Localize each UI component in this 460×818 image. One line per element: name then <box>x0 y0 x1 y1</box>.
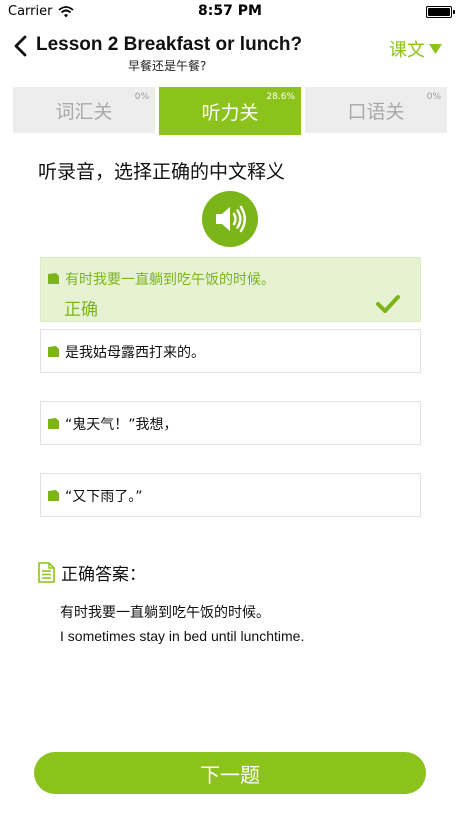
tab-label: 听力关 <box>201 101 259 124</box>
play-audio-button[interactable] <box>202 191 258 247</box>
document-icon <box>38 562 55 583</box>
lesson-text-button[interactable]: 课文 <box>389 36 442 62</box>
tag-icon <box>48 418 59 429</box>
next-question-label: 下一题 <box>200 762 260 787</box>
option-3[interactable]: “鬼天气！”我想， <box>40 401 421 445</box>
option-text: 是我姑母露西打来的。 <box>65 345 205 361</box>
answer-heading: 正确答案： <box>38 560 146 585</box>
battery-icon <box>426 6 455 18</box>
page-subtitle: 早餐还是午餐? <box>128 59 207 73</box>
check-icon <box>376 295 400 313</box>
option-text: “鬼天气！”我想， <box>65 417 178 433</box>
tab-listening[interactable]: 听力关 28.6% <box>159 87 301 135</box>
status-time: 8:57 PM <box>198 3 262 19</box>
tag-icon <box>48 490 59 501</box>
tag-icon <box>48 346 59 357</box>
tab-percent: 0% <box>134 92 149 102</box>
question-prompt: 听录音，选择正确的中文释义 <box>38 161 286 183</box>
answer-title: 正确答案： <box>61 565 146 585</box>
nav-bar: Lesson 2 Breakfast or lunch? 早餐还是午餐? 课文 <box>0 26 460 80</box>
answer-english: I sometimes stay in bed until lunchtime. <box>60 628 305 644</box>
answer-chinese: 有时我要一直躺到吃午饭的时候。 <box>60 605 270 621</box>
back-chevron-icon[interactable] <box>10 35 32 57</box>
speaker-icon <box>216 205 246 233</box>
status-bar: Carrier 8:57 PM <box>0 0 460 24</box>
triangle-down-icon <box>429 44 442 54</box>
correct-label: 正确 <box>64 300 98 320</box>
tab-percent: 28.6% <box>266 92 295 102</box>
page-title: Lesson 2 Breakfast or lunch? <box>36 34 303 55</box>
tab-vocabulary[interactable]: 词汇关 0% <box>13 87 155 133</box>
tab-label: 词汇关 <box>55 100 113 123</box>
level-tabs: 词汇关 0% 听力关 28.6% 口语关 0% <box>13 87 447 135</box>
option-2[interactable]: 是我姑母露西打来的。 <box>40 329 421 373</box>
tab-percent: 0% <box>426 92 441 102</box>
option-text: “又下雨了。” <box>65 489 143 505</box>
lesson-text-label: 课文 <box>389 40 425 61</box>
next-question-button[interactable]: 下一题 <box>34 752 426 794</box>
option-correct[interactable]: 有时我要一直躺到吃午饭的时候。 正确 <box>40 257 421 322</box>
option-text: 有时我要一直躺到吃午饭的时候。 <box>65 272 275 288</box>
tab-speaking[interactable]: 口语关 0% <box>305 87 447 133</box>
option-4[interactable]: “又下雨了。” <box>40 473 421 517</box>
tab-label: 口语关 <box>347 100 405 123</box>
tag-icon <box>48 273 59 284</box>
